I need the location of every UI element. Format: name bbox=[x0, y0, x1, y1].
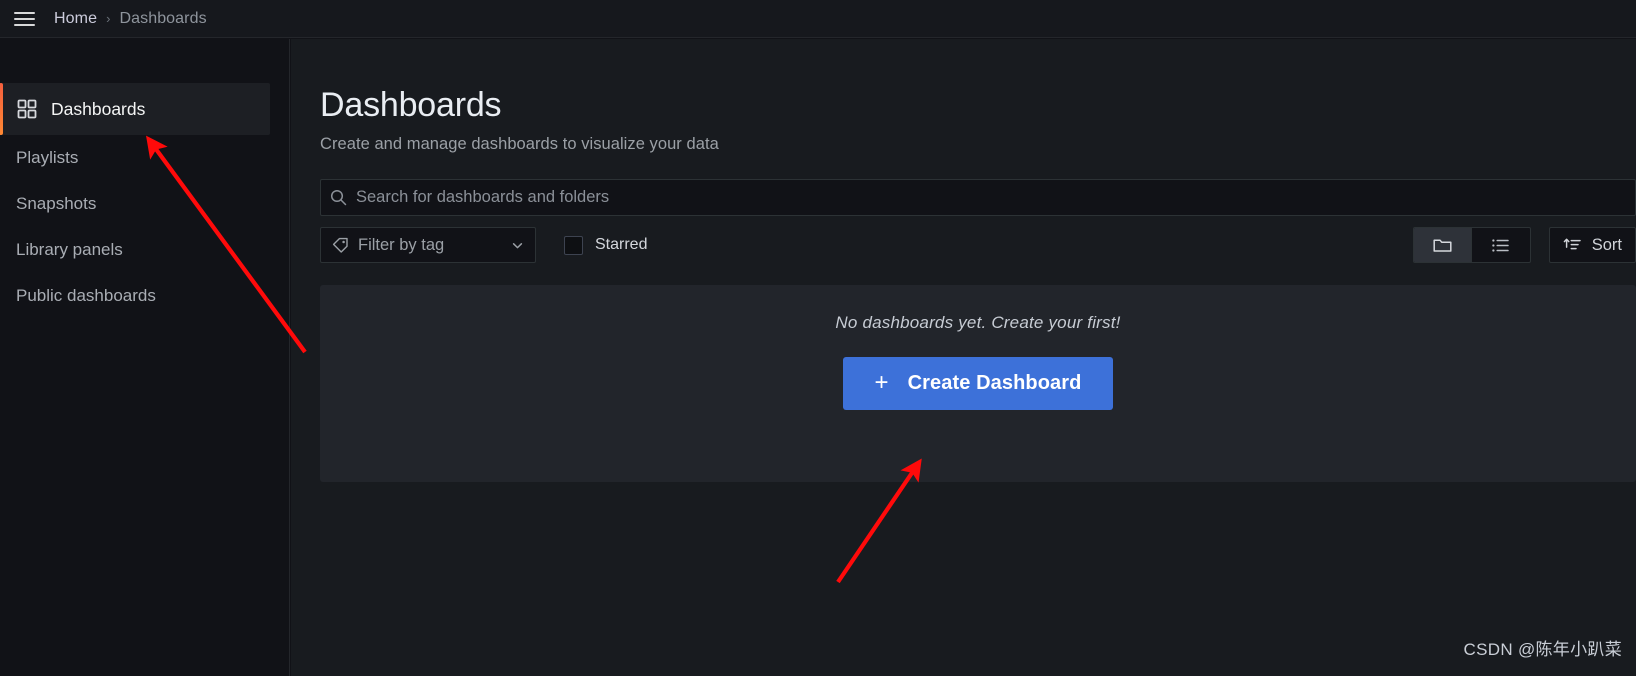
filter-by-tag-select[interactable]: Filter by tag bbox=[320, 227, 536, 263]
menu-line bbox=[13, 23, 35, 26]
sidebar-item-label: Library panels bbox=[16, 240, 123, 259]
search-bar[interactable] bbox=[320, 179, 1636, 216]
sidebar-item-playlists[interactable]: Playlists bbox=[0, 135, 289, 181]
view-mode-toggle bbox=[1412, 227, 1531, 263]
starred-label: Starred bbox=[595, 236, 648, 253]
create-dashboard-label: Create Dashboard bbox=[907, 372, 1082, 394]
sort-button-label: Sort bbox=[1591, 235, 1622, 254]
empty-state-message: No dashboards yet. Create your first! bbox=[835, 313, 1121, 332]
breadcrumb: Home › Dashboards bbox=[54, 10, 207, 28]
main-content: Dashboards Create and manage dashboards … bbox=[291, 39, 1636, 676]
hamburger-menu-icon[interactable] bbox=[6, 3, 42, 35]
list-ul-icon bbox=[1492, 238, 1509, 252]
grafana-dashboards-page: Home › Dashboards Dashboards Playlists S… bbox=[0, 0, 1636, 676]
tag-icon bbox=[332, 237, 348, 253]
sort-button[interactable]: Sort bbox=[1548, 227, 1636, 263]
create-dashboard-button[interactable]: + Create Dashboard bbox=[843, 357, 1113, 410]
search-icon bbox=[330, 189, 347, 206]
menu-line bbox=[13, 17, 35, 20]
sort-amount-up-icon bbox=[1563, 238, 1581, 249]
page-subtitle: Create and manage dashboards to visualiz… bbox=[320, 135, 719, 153]
list-view-button[interactable] bbox=[1472, 228, 1530, 262]
sidebar-navigation: Dashboards Playlists Snapshots Library p… bbox=[0, 39, 290, 676]
folder-icon bbox=[1433, 238, 1452, 252]
sidebar-item-label: Public dashboards bbox=[16, 286, 156, 305]
view-controls: Sort bbox=[1412, 227, 1636, 263]
starred-filter[interactable]: Starred bbox=[564, 235, 648, 255]
search-input[interactable] bbox=[356, 188, 1626, 207]
sidebar-item-label: Playlists bbox=[16, 148, 79, 167]
sidebar-item-public-dashboards[interactable]: Public dashboards bbox=[0, 273, 289, 319]
sidebar-item-dashboards[interactable]: Dashboards bbox=[0, 83, 270, 135]
watermark: CSDN @陈年小趴菜 bbox=[1463, 640, 1622, 659]
sidebar-item-library-panels[interactable]: Library panels bbox=[0, 227, 289, 273]
apps-grid-icon bbox=[16, 98, 38, 120]
page-title: Dashboards bbox=[320, 86, 502, 124]
sidebar-item-label: Dashboards bbox=[51, 98, 146, 119]
chevron-down-icon bbox=[512, 242, 523, 248]
filter-by-tag-label: Filter by tag bbox=[358, 235, 445, 254]
top-bar: Home › Dashboards bbox=[0, 0, 1636, 38]
folder-view-button[interactable] bbox=[1413, 228, 1472, 262]
breadcrumb-separator-icon: › bbox=[106, 11, 111, 26]
sidebar-item-label: Snapshots bbox=[16, 194, 97, 213]
breadcrumb-item-dashboards[interactable]: Dashboards bbox=[119, 10, 206, 28]
breadcrumb-item-home[interactable]: Home bbox=[54, 10, 97, 28]
filter-toolbar: Filter by tag Starred Sort bbox=[320, 227, 1636, 263]
empty-state-panel: No dashboards yet. Create your first! + … bbox=[320, 285, 1636, 482]
menu-line bbox=[13, 11, 35, 14]
starred-checkbox[interactable] bbox=[564, 235, 583, 255]
plus-icon: + bbox=[874, 368, 889, 396]
sidebar-item-snapshots[interactable]: Snapshots bbox=[0, 181, 289, 227]
